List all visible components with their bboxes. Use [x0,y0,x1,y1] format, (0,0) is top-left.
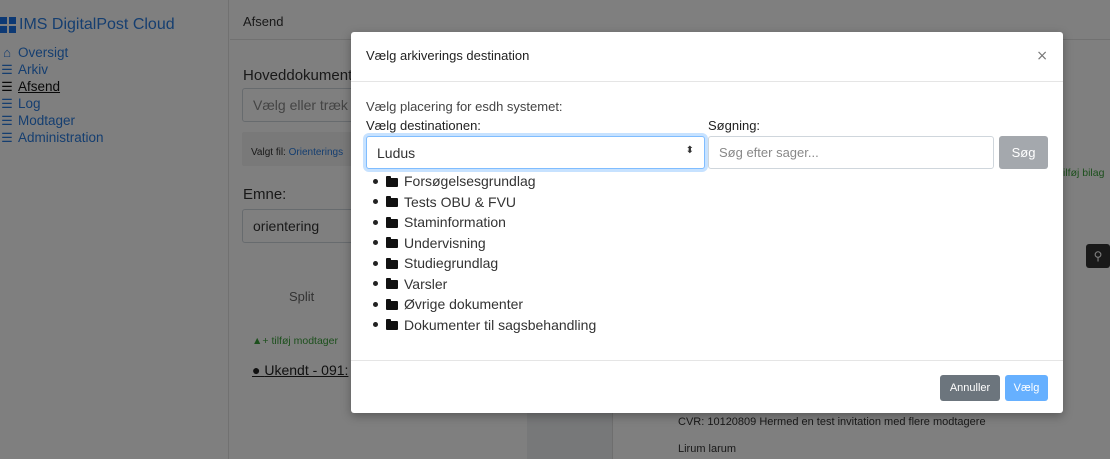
folder-icon [386,175,398,187]
cancel-button[interactable]: Annuller [940,375,1000,401]
folder-icon [386,319,398,331]
bullet-icon [373,301,378,307]
folder-label: Tests OBU & FVU [404,193,517,210]
search-button[interactable]: Søg [999,136,1048,169]
folder-icon [386,298,398,310]
destination-select[interactable]: Ludus ⬍ [366,136,705,169]
select-caret-icon: ⬍ [685,145,694,156]
bullet-icon [373,219,378,225]
folder-label: Undervisning [404,234,486,251]
select-button[interactable]: Vælg [1005,375,1048,401]
folder-item[interactable]: Forsøgelsesgrundlag [373,171,596,192]
folder-item[interactable]: Varsler [373,274,596,295]
modal-title: Vælg arkiverings destination [366,48,530,63]
folder-icon [386,237,398,249]
bullet-icon [373,260,378,266]
folder-item[interactable]: Dokumenter til sagsbehandling [373,315,596,336]
modal-header: Vælg arkiverings destination × [351,32,1063,82]
folder-tree: Forsøgelsesgrundlag Tests OBU & FVU Stam… [373,171,596,335]
folder-label: Dokumenter til sagsbehandling [404,316,597,333]
bullet-icon [373,178,378,184]
folder-icon [386,278,398,290]
folder-item[interactable]: Øvrige dokumenter [373,294,596,315]
folder-item[interactable]: Studiegrundlag [373,253,596,274]
bullet-icon [373,240,378,246]
destination-select-value: Ludus [377,145,416,161]
bullet-icon [373,199,378,205]
folder-label: Varsler [404,275,448,292]
bullet-icon [373,322,378,328]
folder-icon [386,216,398,228]
folder-item[interactable]: Staminformation [373,212,596,233]
archive-destination-modal: Vælg arkiverings destination × Vælg plac… [351,32,1063,413]
search-label: Søgning: [708,118,761,133]
modal-intro: Vælg placering for esdh systemet: [366,99,563,114]
case-search-input[interactable] [708,136,994,169]
folder-item[interactable]: Tests OBU & FVU [373,192,596,213]
destination-label: Vælg destinationen: [366,118,481,133]
folder-item[interactable]: Undervisning [373,233,596,254]
folder-label: Forsøgelsesgrundlag [404,173,536,190]
modal-body: Vælg placering for esdh systemet: Vælg d… [351,83,1063,360]
close-icon[interactable]: × [1036,49,1048,63]
folder-icon [386,257,398,269]
folder-icon [386,196,398,208]
folder-label: Studiegrundlag [404,255,499,272]
folder-label: Øvrige dokumenter [404,296,524,313]
folder-label: Staminformation [404,214,506,231]
bullet-icon [373,281,378,287]
modal-footer: Annuller Vælg [351,360,1063,413]
